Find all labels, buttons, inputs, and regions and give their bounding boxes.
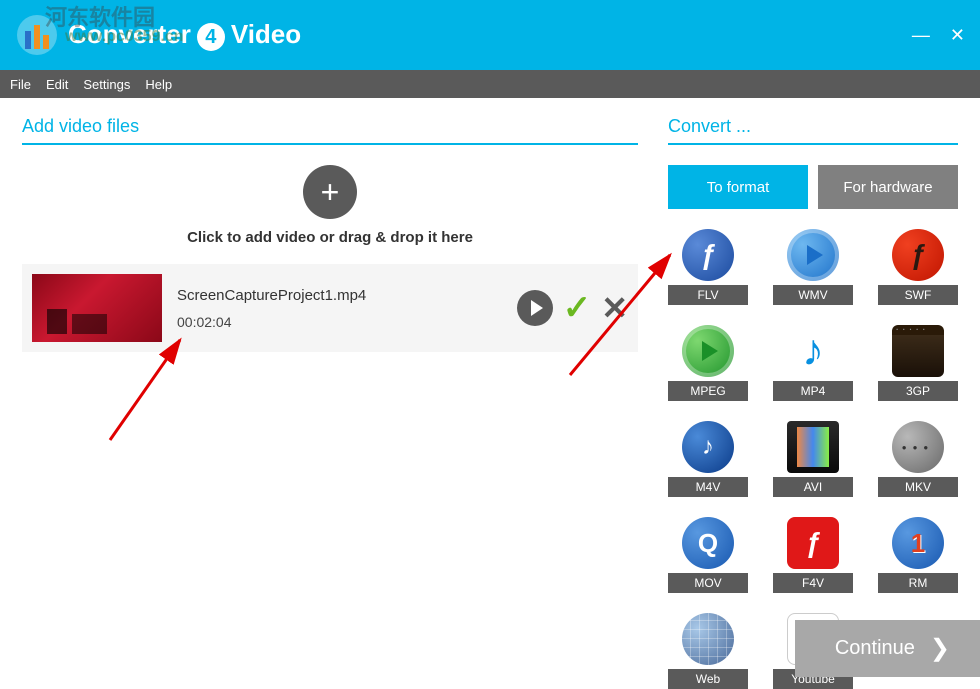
mp4-icon <box>787 325 839 377</box>
chevron-right-icon: ❯ <box>930 634 950 663</box>
format-label: MPEG <box>668 381 748 401</box>
menu-file[interactable]: File <box>10 77 31 92</box>
flv-icon <box>682 229 734 281</box>
avi-icon <box>787 421 839 473</box>
web-icon <box>682 613 734 665</box>
format-3gp[interactable]: 3GP <box>878 325 958 401</box>
format-web[interactable]: Web <box>668 613 748 689</box>
f4v-icon <box>787 517 839 569</box>
format-label: MOV <box>668 573 748 593</box>
format-label: RM <box>878 573 958 593</box>
title-badge: 4 <box>197 23 225 51</box>
file-name: ScreenCaptureProject1.mp4 <box>177 287 517 304</box>
mkv-icon <box>892 421 944 473</box>
format-label: FLV <box>668 285 748 305</box>
format-label: 3GP <box>878 381 958 401</box>
close-button[interactable]: ✕ <box>950 25 965 46</box>
mov-icon <box>682 517 734 569</box>
add-files-title: Add video files <box>22 116 638 145</box>
format-label: Web <box>668 669 748 689</box>
watermark-url: www.pc0359.cn <box>65 28 184 46</box>
format-label: M4V <box>668 477 748 497</box>
drop-zone[interactable]: + Click to add video or drag & drop it h… <box>22 165 638 246</box>
format-label: MKV <box>878 477 958 497</box>
format-rm[interactable]: RM <box>878 517 958 593</box>
file-info: ScreenCaptureProject1.mp4 00:02:04 <box>177 287 517 330</box>
play-button[interactable] <box>517 290 553 326</box>
format-swf[interactable]: SWF <box>878 229 958 305</box>
menubar: File Edit Settings Help <box>0 70 980 98</box>
format-mpeg[interactable]: MPEG <box>668 325 748 401</box>
format-label: WMV <box>773 285 853 305</box>
menu-settings[interactable]: Settings <box>83 77 130 92</box>
format-label: F4V <box>773 573 853 593</box>
format-label: MP4 <box>773 381 853 401</box>
format-wmv[interactable]: WMV <box>773 229 853 305</box>
format-m4v[interactable]: M4V <box>668 421 748 497</box>
check-icon[interactable]: ✓ <box>563 288 592 328</box>
format-mp4[interactable]: MP4 <box>773 325 853 401</box>
file-duration: 00:02:04 <box>177 314 517 330</box>
minimize-button[interactable]: — <box>912 25 930 46</box>
menu-edit[interactable]: Edit <box>46 77 68 92</box>
wmv-icon <box>787 229 839 281</box>
mpeg-icon <box>682 325 734 377</box>
format-mkv[interactable]: MKV <box>878 421 958 497</box>
add-files-panel: Add video files + Click to add video or … <box>22 116 638 638</box>
convert-panel: Convert ... To format For hardware FLV WM… <box>668 116 958 638</box>
add-video-button[interactable]: + <box>303 165 357 219</box>
format-avi[interactable]: AVI <box>773 421 853 497</box>
m4v-icon <box>682 421 734 473</box>
tab-to-format[interactable]: To format <box>668 165 808 209</box>
menu-help[interactable]: Help <box>145 77 172 92</box>
continue-button[interactable]: Continue ❯ <box>795 620 980 677</box>
video-thumbnail <box>32 274 162 342</box>
file-item[interactable]: ScreenCaptureProject1.mp4 00:02:04 ✓ ✕ <box>22 264 638 352</box>
swf-icon <box>892 229 944 281</box>
format-label: SWF <box>878 285 958 305</box>
rm-icon <box>892 517 944 569</box>
convert-title: Convert ... <box>668 116 958 145</box>
format-mov[interactable]: MOV <box>668 517 748 593</box>
file-actions: ✓ ✕ <box>517 288 628 328</box>
plus-icon: + <box>321 176 340 208</box>
continue-label: Continue <box>835 637 915 660</box>
window-controls: — ✕ <box>912 25 965 46</box>
convert-tabs: To format For hardware <box>668 165 958 209</box>
format-flv[interactable]: FLV <box>668 229 748 305</box>
format-label: AVI <box>773 477 853 497</box>
drop-hint: Click to add video or drag & drop it her… <box>22 229 638 246</box>
format-f4v[interactable]: F4V <box>773 517 853 593</box>
remove-button[interactable]: ✕ <box>601 289 628 327</box>
tab-for-hardware[interactable]: For hardware <box>818 165 958 209</box>
3gp-icon <box>892 325 944 377</box>
titlebar: Converter4Video 河东软件园 www.pc0359.cn — ✕ <box>0 0 980 70</box>
